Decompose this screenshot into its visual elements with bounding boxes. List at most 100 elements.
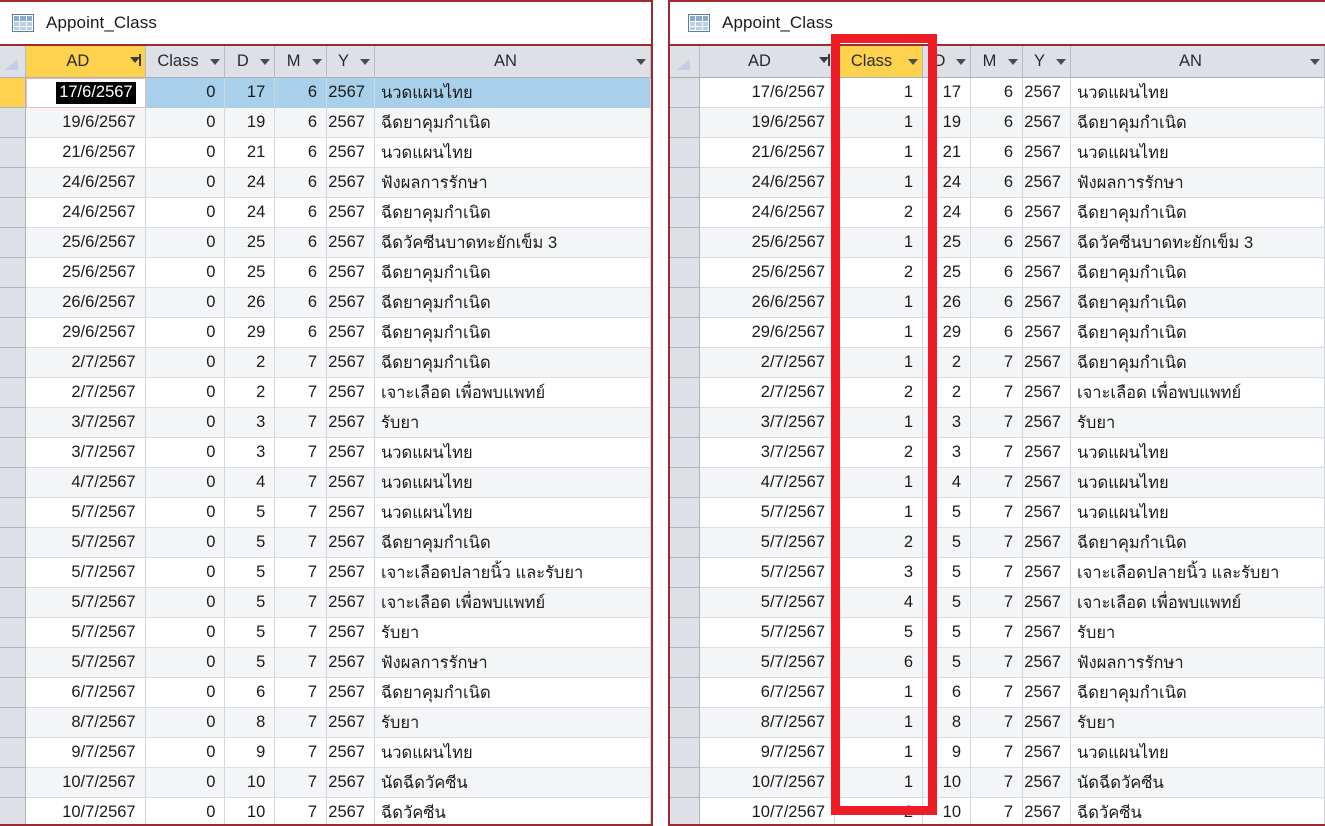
cell-m[interactable]: 7 — [275, 648, 328, 678]
cell-y[interactable]: 2567 — [1023, 618, 1071, 648]
cell-class[interactable]: 1 — [835, 768, 923, 798]
row-selector[interactable] — [0, 228, 26, 258]
table-row[interactable]: 5/7/2567 1 5 7 2567 นวดแผนไทย — [670, 498, 1325, 528]
cell-m[interactable]: 7 — [971, 588, 1023, 618]
cell-class[interactable]: 1 — [835, 348, 923, 378]
cell-d[interactable]: 6 — [225, 678, 276, 708]
cell-d[interactable]: 5 — [923, 588, 971, 618]
cell-m[interactable]: 7 — [971, 378, 1023, 408]
cell-d[interactable]: 29 — [923, 318, 971, 348]
row-selector[interactable] — [0, 618, 26, 648]
cell-ad[interactable]: 10/7/2567 — [26, 798, 146, 824]
table-row[interactable]: 17/6/2567 1 17 6 2567 นวดแผนไทย — [670, 78, 1325, 108]
cell-class[interactable]: 1 — [835, 468, 923, 498]
cell-an[interactable]: ฉีดยาคุมกำเนิด — [1071, 108, 1325, 138]
cell-class[interactable]: 1 — [835, 708, 923, 738]
cell-y[interactable]: 2567 — [1023, 288, 1071, 318]
cell-d[interactable]: 10 — [225, 768, 276, 798]
cell-y[interactable]: 2567 — [1023, 348, 1071, 378]
cell-m[interactable]: 7 — [971, 348, 1023, 378]
cell-y[interactable]: 2567 — [327, 108, 375, 138]
cell-y[interactable]: 2567 — [327, 528, 375, 558]
cell-y[interactable]: 2567 — [1023, 318, 1071, 348]
cell-m[interactable]: 7 — [971, 558, 1023, 588]
table-row[interactable]: 25/6/2567 0 25 6 2567 ฉีดวัคซีนบาดทะยักเข็ม 3 — [0, 228, 651, 258]
cell-y[interactable]: 2567 — [327, 348, 375, 378]
cell-d[interactable]: 19 — [225, 108, 276, 138]
cell-an[interactable]: นวดแผนไทย — [374, 738, 651, 768]
cell-d[interactable]: 2 — [225, 378, 276, 408]
cell-class[interactable]: 0 — [145, 498, 226, 528]
cell-class[interactable]: 0 — [145, 438, 226, 468]
cell-m[interactable]: 6 — [971, 228, 1023, 258]
cell-m[interactable]: 7 — [275, 588, 328, 618]
table-row[interactable]: 5/7/2567 5 5 7 2567 รับยา — [670, 618, 1325, 648]
cell-class[interactable]: 0 — [145, 228, 226, 258]
cell-an[interactable]: นวดแผนไทย — [374, 498, 651, 528]
table-row[interactable]: 3/7/2567 1 3 7 2567 รับยา — [670, 408, 1325, 438]
cell-m[interactable]: 7 — [971, 648, 1023, 678]
row-selector[interactable] — [0, 378, 26, 408]
table-row[interactable]: 19/6/2567 0 19 6 2567 ฉีดยาคุมกำเนิด — [0, 108, 651, 138]
cell-class[interactable]: 0 — [145, 168, 226, 198]
row-selector[interactable] — [670, 468, 700, 498]
cell-ad[interactable]: 8/7/2567 — [700, 708, 835, 738]
cell-ad[interactable]: 10/7/2567 — [700, 768, 835, 798]
chevron-down-icon[interactable] — [908, 58, 918, 65]
cell-m[interactable]: 7 — [971, 738, 1023, 768]
cell-y[interactable]: 2567 — [1023, 228, 1071, 258]
table-row[interactable]: 10/7/2567 0 10 7 2567 นัดฉีดวัคซีน — [0, 768, 651, 798]
cell-ad[interactable]: 25/6/2567 — [700, 228, 835, 258]
table-row[interactable]: 2/7/2567 1 2 7 2567 ฉีดยาคุมกำเนิด — [670, 348, 1325, 378]
cell-an[interactable]: เจาะเลือดปลายนิ้ว และรับยา — [374, 558, 651, 588]
cell-ad[interactable]: 9/7/2567 — [26, 738, 146, 768]
cell-ad[interactable]: 3/7/2567 — [700, 438, 835, 468]
cell-y[interactable]: 2567 — [1023, 498, 1071, 528]
cell-m[interactable]: 6 — [971, 138, 1023, 168]
cell-an[interactable]: รับยา — [1071, 708, 1325, 738]
cell-y[interactable]: 2567 — [327, 648, 375, 678]
table-row[interactable]: 25/6/2567 0 25 6 2567 ฉีดยาคุมกำเนิด — [0, 258, 651, 288]
cell-m[interactable]: 7 — [971, 708, 1023, 738]
cell-m[interactable]: 7 — [971, 798, 1023, 824]
cell-ad[interactable]: 4/7/2567 — [26, 468, 146, 498]
cell-class[interactable]: 1 — [835, 228, 923, 258]
cell-m[interactable]: 7 — [275, 678, 328, 708]
cell-ad[interactable]: 17/6/2567 — [26, 78, 146, 108]
cell-ad[interactable]: 5/7/2567 — [700, 588, 835, 618]
cell-ad[interactable]: 26/6/2567 — [26, 288, 146, 318]
cell-ad[interactable]: 5/7/2567 — [26, 648, 146, 678]
cell-ad[interactable]: 2/7/2567 — [26, 378, 146, 408]
cell-ad[interactable]: 25/6/2567 — [700, 258, 835, 288]
table-row[interactable]: 24/6/2567 2 24 6 2567 ฉีดยาคุมกำเนิด — [670, 198, 1325, 228]
cell-class[interactable]: 1 — [835, 78, 923, 108]
cell-an[interactable]: ฉีดยาคุมกำเนิด — [1071, 288, 1325, 318]
cell-an[interactable]: ฉีดยาคุมกำเนิด — [1071, 348, 1325, 378]
cell-m[interactable]: 7 — [275, 528, 328, 558]
chevron-down-icon[interactable] — [1310, 58, 1320, 65]
cell-m[interactable]: 6 — [971, 288, 1023, 318]
table-row[interactable]: 5/7/2567 0 5 7 2567 ฉีดยาคุมกำเนิด — [0, 528, 651, 558]
cell-y[interactable]: 2567 — [327, 588, 375, 618]
column-header-class[interactable]: Class — [145, 46, 226, 78]
cell-class[interactable]: 0 — [145, 768, 226, 798]
table-row[interactable]: 5/7/2567 4 5 7 2567 เจาะเลือด เพื่อพบแพทย์ — [670, 588, 1325, 618]
cell-m[interactable]: 6 — [275, 258, 328, 288]
cell-an[interactable]: ฉีดวัคซีน — [1071, 798, 1325, 824]
cell-y[interactable]: 2567 — [1023, 78, 1071, 108]
cell-y[interactable]: 2567 — [1023, 168, 1071, 198]
row-selector[interactable] — [670, 258, 700, 288]
table-row[interactable]: 8/7/2567 1 8 7 2567 รับยา — [670, 708, 1325, 738]
cell-class[interactable]: 1 — [835, 408, 923, 438]
cell-class[interactable]: 0 — [145, 408, 226, 438]
cell-y[interactable]: 2567 — [327, 708, 375, 738]
select-all-corner-button[interactable] — [0, 46, 26, 78]
cell-d[interactable]: 5 — [225, 528, 276, 558]
cell-y[interactable]: 2567 — [1023, 408, 1071, 438]
cell-m[interactable]: 7 — [275, 798, 328, 824]
column-header-ad[interactable]: AD — [700, 46, 835, 78]
cell-d[interactable]: 10 — [923, 798, 971, 824]
cell-class[interactable]: 2 — [835, 528, 923, 558]
chevron-down-icon[interactable] — [1056, 58, 1066, 65]
select-all-corner-button[interactable] — [670, 46, 700, 78]
